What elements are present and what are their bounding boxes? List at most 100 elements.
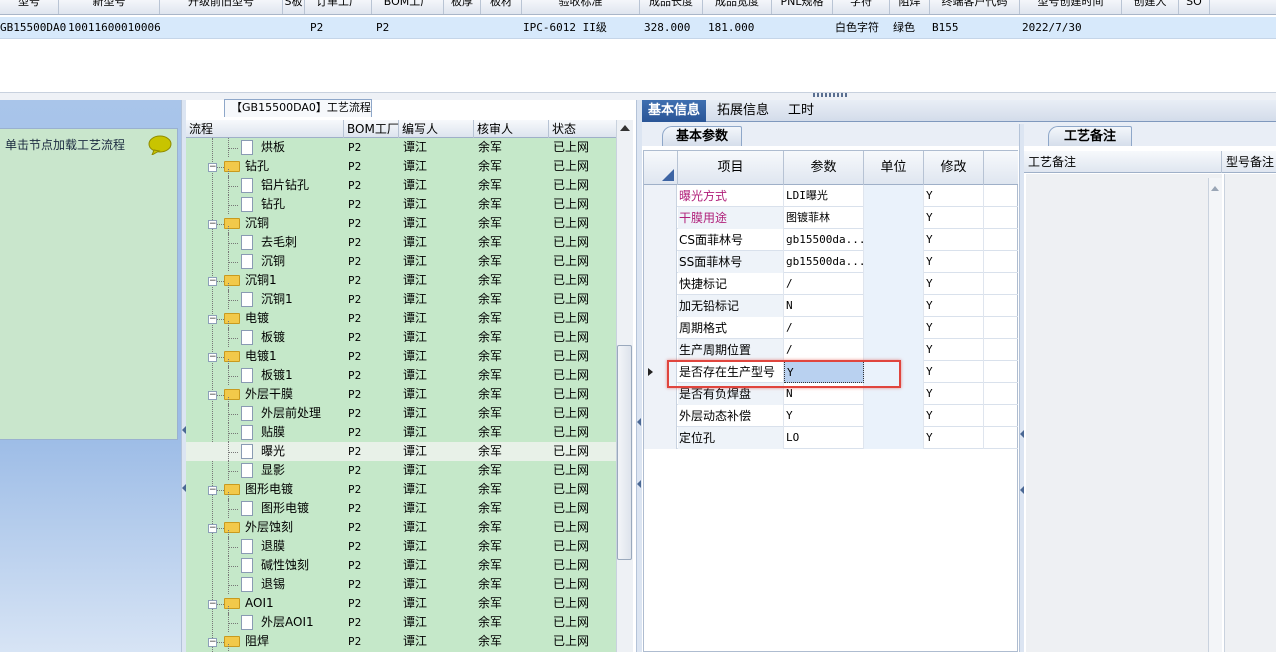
param-unit[interactable] [864, 405, 924, 427]
tree-node-step[interactable]: 显影 P2 谭江 余军 已上网 [186, 461, 616, 480]
tree-node-step[interactable]: 板镀1 P2 谭江 余军 已上网 [186, 366, 616, 385]
param-row[interactable]: 干膜用途 图镀菲林 Y [644, 207, 1018, 229]
param-unit[interactable] [864, 295, 924, 317]
param-value[interactable]: Y [784, 405, 864, 427]
col-writer[interactable]: 编写人 [399, 120, 474, 138]
top-col-header[interactable]: BOM工厂 [372, 0, 444, 14]
param-row[interactable]: SS面菲林号 gb15500da... Y [644, 251, 1018, 273]
tree-node-step[interactable]: 贴膜 P2 谭江 余军 已上网 [186, 423, 616, 442]
row-selector[interactable] [644, 207, 677, 229]
scroll-up-icon[interactable] [1211, 186, 1219, 191]
param-unit[interactable] [864, 207, 924, 229]
collapse-icon[interactable]: − [208, 600, 217, 609]
collapse-icon[interactable]: − [208, 220, 217, 229]
row-selector[interactable] [644, 405, 677, 427]
top-col-header[interactable]: 板材 [481, 0, 522, 14]
row-selector[interactable] [644, 339, 677, 361]
col-unit[interactable]: 单位 [864, 151, 924, 185]
top-col-header[interactable]: 终端客户代码 [930, 0, 1020, 14]
process-notes-field[interactable] [1026, 174, 1222, 652]
tree-node-step[interactable]: 外层AOI1 P2 谭江 余军 已上网 [186, 613, 616, 632]
top-col-header[interactable]: 创建人 [1122, 0, 1179, 14]
col-param[interactable]: 参数 [784, 151, 864, 185]
top-col-header[interactable]: 字符 [833, 0, 890, 14]
param-modify[interactable]: Y [924, 383, 984, 405]
row-selector[interactable] [644, 427, 677, 449]
tree-node-group[interactable]: − AOI1 P2 谭江 余军 已上网 [186, 594, 616, 615]
param-modify[interactable]: Y [924, 185, 984, 207]
tree-node-group[interactable]: − 图形电镀 P2 谭江 余军 已上网 [186, 480, 616, 501]
param-value[interactable]: / [784, 273, 864, 295]
tree-node-step[interactable]: 碱性蚀刻 P2 谭江 余军 已上网 [186, 556, 616, 575]
top-col-header[interactable]: 升级前旧型号 [160, 0, 283, 14]
col-bom-factory[interactable]: BOM工厂 [344, 120, 399, 138]
param-modify[interactable]: Y [924, 405, 984, 427]
tree-node-step[interactable]: 钻孔 P2 谭江 余军 已上网 [186, 195, 616, 214]
param-row[interactable]: 加无铅标记 N Y [644, 295, 1018, 317]
param-value[interactable]: 图镀菲林 [784, 207, 864, 229]
col-status[interactable]: 状态 [549, 120, 616, 138]
param-modify[interactable]: Y [924, 207, 984, 229]
param-value[interactable]: N [784, 295, 864, 317]
tree-node-step[interactable]: 图形电镀 P2 谭江 余军 已上网 [186, 499, 616, 518]
col-reviewer[interactable]: 核审人 [474, 120, 549, 138]
param-row[interactable]: 周期格式 / Y [644, 317, 1018, 339]
tree-node-step[interactable]: 去毛刺 P2 谭江 余军 已上网 [186, 233, 616, 252]
param-unit[interactable] [864, 251, 924, 273]
param-value[interactable]: / [784, 339, 864, 361]
tree-node-step[interactable]: 退膜 P2 谭江 余军 已上网 [186, 537, 616, 556]
top-col-header[interactable]: 验收标准 [522, 0, 640, 14]
param-modify[interactable]: Y [924, 361, 984, 383]
param-value[interactable]: LO [784, 427, 864, 449]
col-modify[interactable]: 修改 [924, 151, 984, 185]
param-value[interactable]: gb15500da... [784, 229, 864, 251]
param-unit[interactable] [864, 427, 924, 449]
top-col-header[interactable]: 成品宽度 [703, 0, 772, 14]
param-unit[interactable] [864, 317, 924, 339]
param-unit[interactable] [864, 339, 924, 361]
param-modify[interactable]: Y [924, 273, 984, 295]
tree-node-group[interactable]: − 沉铜1 P2 谭江 余军 已上网 [186, 271, 616, 292]
tree-scroll-thumb[interactable] [617, 345, 632, 560]
tree-node-group[interactable]: − 沉铜 P2 谭江 余军 已上网 [186, 214, 616, 235]
tree-node-step[interactable]: 沉铜 P2 谭江 余军 已上网 [186, 252, 616, 271]
top-col-header[interactable]: 新型号 [59, 0, 160, 14]
tree-node-group[interactable]: − 电镀1 P2 谭江 余军 已上网 [186, 347, 616, 368]
row-selector[interactable] [644, 295, 677, 317]
tree-node-step[interactable]: 板镀 P2 谭江 余军 已上网 [186, 328, 616, 347]
tree-node-group[interactable]: − 阻焊 P2 谭江 余军 已上网 [186, 632, 616, 652]
tree-node-step[interactable]: 铝片钻孔 P2 谭江 余军 已上网 [186, 176, 616, 195]
tree-node-group[interactable]: − 钻孔 P2 谭江 余军 已上网 [186, 157, 616, 178]
tree-node-step[interactable]: 退锡 P2 谭江 余军 已上网 [186, 575, 616, 594]
param-modify[interactable]: Y [924, 229, 984, 251]
col-process-notes[interactable]: 工艺备注 [1024, 151, 1222, 173]
row-selector[interactable] [644, 317, 677, 339]
param-unit[interactable] [864, 273, 924, 295]
collapse-icon[interactable]: − [208, 353, 217, 362]
notes-scrollbar[interactable] [1208, 178, 1222, 652]
top-col-header[interactable]: 型号 [0, 0, 59, 14]
param-unit[interactable] [864, 229, 924, 251]
tree-node-step[interactable]: 烘板 P2 谭江 余军 已上网 [186, 138, 616, 157]
param-row[interactable]: 快捷标记 / Y [644, 273, 1018, 295]
row-selector[interactable] [644, 185, 677, 207]
tab-process-notes[interactable]: 工艺备注 [1048, 126, 1132, 146]
top-col-header[interactable]: S板 [283, 0, 305, 14]
param-value[interactable]: LDI曝光 [784, 185, 864, 207]
row-selector[interactable] [644, 251, 677, 273]
row-selector[interactable] [644, 229, 677, 251]
tree-node-step[interactable]: 沉铜1 P2 谭江 余军 已上网 [186, 290, 616, 309]
splitter-grip-icon[interactable] [813, 93, 847, 97]
param-row[interactable]: 外层动态补偿 Y Y [644, 405, 1018, 427]
param-value[interactable]: gb15500da... [784, 251, 864, 273]
tree-node-group[interactable]: − 外层蚀刻 P2 谭江 余军 已上网 [186, 518, 616, 539]
param-row[interactable]: 曝光方式 LDI曝光 Y [644, 185, 1018, 207]
top-col-header[interactable]: 阻焊 [890, 0, 930, 14]
collapse-icon[interactable]: − [208, 277, 217, 286]
tab-work-hours[interactable]: 工时 [782, 100, 820, 122]
row-selector[interactable] [644, 273, 677, 295]
col-item[interactable]: 项目 [678, 151, 784, 185]
collapse-icon[interactable]: − [208, 638, 217, 647]
collapse-left-icon[interactable] [637, 480, 641, 488]
param-row[interactable]: 定位孔 LO Y [644, 427, 1018, 449]
